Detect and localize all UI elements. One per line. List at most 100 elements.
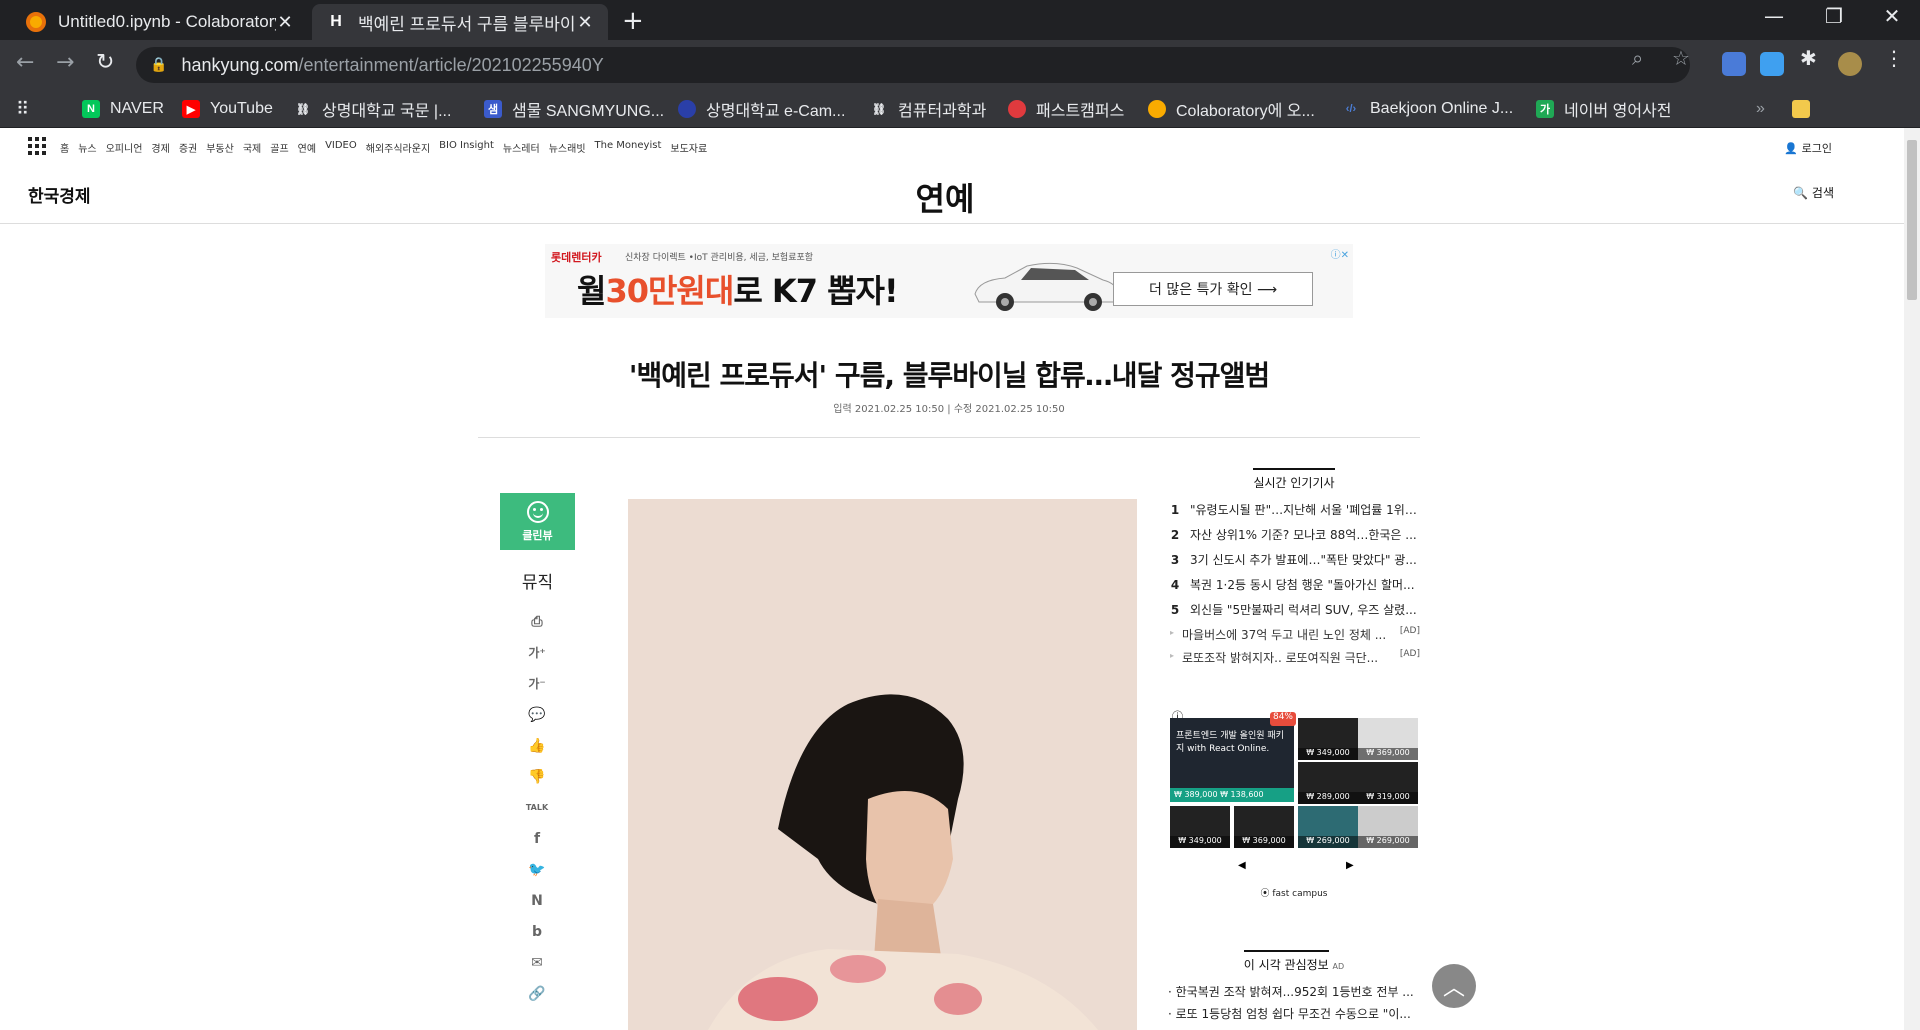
prev-arrow-icon[interactable]: ◀	[1238, 860, 1246, 871]
popular-item[interactable]: 3 3기 신도시 추가 발표에…"폭탄 맞았다" 광...	[1168, 551, 1420, 576]
menu-kebab-icon[interactable]: ⋮	[1884, 46, 1904, 70]
popular-item[interactable]: 2 자산 상위1% 기준? 모나코 88억…한국은 ...	[1168, 526, 1420, 551]
popular-ad-item[interactable]: 로또조작 밝혀지자.. 로또여직원 극단...[AD]	[1168, 649, 1420, 672]
talk-icon[interactable]: TALK	[526, 792, 548, 823]
print-icon[interactable]: ⎙	[528, 606, 546, 637]
apps-grid-icon[interactable]: ⠿	[16, 96, 29, 122]
puzzle-icon[interactable]: ✱	[1800, 46, 1817, 70]
bookmark-fastcampus[interactable]: 패스트캠퍼스	[1008, 96, 1124, 122]
fastcampus-main-course[interactable]: 프론트엔드 개발 올인원 패키지 with React Online. ₩ 38…	[1170, 718, 1294, 802]
facebook-icon[interactable]: f	[528, 823, 546, 854]
bookmark-naver[interactable]: N NAVER	[82, 96, 164, 122]
tab-hankyung[interactable]: H 백예린 프로듀서 구름 블루바이닐 ✕	[312, 4, 608, 40]
fastcampus-logo: ⦿ fast campus	[1260, 889, 1328, 899]
gnb-item-entertainment[interactable]: 연예	[298, 140, 316, 155]
bookmark-colab[interactable]: Colaboratory에 오...	[1148, 96, 1315, 122]
ad-cta-button[interactable]: 더 많은 특가 확인 ⟶	[1113, 272, 1313, 306]
gnb-item-video[interactable]: VIDEO	[325, 140, 357, 155]
popular-item[interactable]: 1 "유령도시될 판"…지난해 서울 '폐업률 1위' ...	[1168, 501, 1420, 526]
bookmark-youtube[interactable]: ▶ YouTube	[182, 96, 273, 122]
mail-icon[interactable]: ✉	[528, 947, 546, 978]
popular-item[interactable]: 5 외신들 "5만불짜리 럭셔리 SUV, 우즈 살렸...	[1168, 601, 1420, 626]
gnb-item-overseas-stock[interactable]: 해외주식라운지	[366, 140, 430, 155]
band-icon[interactable]: b	[528, 916, 546, 947]
back-icon[interactable]: ←	[16, 50, 34, 75]
other-bookmarks-folder[interactable]	[1792, 96, 1820, 122]
course-thumb[interactable]: ₩ 369,000	[1358, 718, 1418, 760]
menu-grid-icon[interactable]	[28, 137, 46, 155]
interest-item[interactable]: · 로또 1등당첨 엄청 쉽다 무조건 수동으로 "이...	[1168, 1005, 1420, 1027]
bookmark-baekjoon[interactable]: ‹/› Baekjoon Online J...	[1342, 96, 1513, 122]
course-thumb[interactable]: ₩ 269,000	[1298, 806, 1358, 848]
link-icon[interactable]: 🔗	[528, 978, 546, 1009]
bookmark-ecampus[interactable]: 상명대학교 e-Cam...	[678, 96, 845, 122]
search-button[interactable]: 🔍 검색	[1793, 184, 1834, 201]
avatar[interactable]	[1838, 52, 1862, 76]
close-window-icon[interactable]: ✕	[1864, 4, 1920, 28]
discount-badge: 84%	[1270, 712, 1296, 726]
address-bar[interactable]: 🔒 hankyung.com/entertainment/article/202…	[136, 47, 1690, 83]
gnb-item-opinion[interactable]: 오피니언	[106, 140, 143, 155]
course-thumb[interactable]: ₩ 269,000	[1358, 806, 1418, 848]
banner-ad[interactable]: 롯데렌터카 신차장 다이렉트 •IoT 관리비용, 세금, 보험료포함 월30만…	[545, 244, 1353, 318]
like-icon[interactable]: 👍	[528, 730, 546, 761]
folder-icon	[1792, 100, 1810, 118]
fastcampus-ad[interactable]: ⓘ 프론트엔드 개발 올인원 패키지 with React Online. ₩ …	[1168, 708, 1420, 908]
bookmark-sangmyung-saem[interactable]: 샘 샘물 SANGMYUNG...	[484, 96, 664, 122]
tab-colab[interactable]: Untitled0.ipynb - Colaboratory ✕	[12, 4, 308, 40]
bookmark-star-icon[interactable]: ☆	[1672, 46, 1690, 70]
bookmark-naver-dict[interactable]: 가 네이버 영어사전	[1536, 96, 1672, 122]
course-thumb[interactable]: ₩ 289,000	[1298, 762, 1358, 804]
gnb-item-newsrabbit[interactable]: 뉴스래빗	[549, 140, 586, 155]
comment-icon[interactable]: 💬	[528, 699, 546, 730]
popular-ad-item[interactable]: 마을버스에 37억 두고 내린 노인 정체 ...[AD]	[1168, 626, 1420, 649]
interest-item[interactable]: · 한국복권 조작 밝혀져...952회 1등번호 전부 ...	[1168, 983, 1420, 1005]
new-tab-button[interactable]: +	[622, 6, 644, 36]
course-thumb[interactable]: ₩ 349,000	[1298, 718, 1358, 760]
bookmarks-overflow-icon[interactable]: »	[1756, 96, 1765, 122]
restore-icon[interactable]: ❐	[1806, 4, 1862, 28]
page-scrollbar[interactable]	[1904, 128, 1920, 1030]
gnb-item-newsletter[interactable]: 뉴스레터	[503, 140, 540, 155]
gnb-item-moneyist[interactable]: The Moneyist	[595, 140, 662, 155]
gnb-item-home[interactable]: 홈	[60, 140, 69, 155]
course-thumb[interactable]: ₩ 349,000	[1170, 806, 1230, 848]
close-icon[interactable]: ✕	[576, 12, 594, 33]
gnb-item-golf[interactable]: 골프	[270, 140, 288, 155]
gnb-item-economy[interactable]: 경제	[151, 140, 169, 155]
font-down-icon[interactable]: 가⁻	[528, 668, 546, 699]
bookmark-cs[interactable]: ⛓ 컴퓨터과학과	[870, 96, 986, 122]
login-link[interactable]: 👤 로그인	[1784, 140, 1832, 156]
twitter-icon[interactable]: 🐦	[528, 854, 546, 885]
next-arrow-icon[interactable]: ▶	[1346, 860, 1354, 871]
gnb-item-international[interactable]: 국제	[243, 140, 261, 155]
zoom-search-icon[interactable]: ⌕	[1632, 46, 1643, 70]
dislike-icon[interactable]: 👎	[528, 761, 546, 792]
cleanview-button[interactable]: 클린뷰	[500, 493, 575, 550]
forward-icon[interactable]: →	[56, 50, 74, 75]
course-thumb[interactable]: ₩ 369,000	[1234, 806, 1294, 848]
gnb-item-bio[interactable]: BIO Insight	[439, 140, 494, 155]
close-icon[interactable]: ✕	[276, 12, 294, 33]
scroll-to-top-button[interactable]: ︿	[1432, 964, 1476, 1008]
reload-icon[interactable]: ↻	[96, 50, 114, 75]
gnb-item-press[interactable]: 보도자료	[670, 140, 707, 155]
gnb-item-stock[interactable]: 증권	[179, 140, 197, 155]
naver-blog-icon[interactable]: N	[528, 885, 546, 916]
article-headline: '백예린 프로듀서' 구름, 블루바이닐 합류…내달 정규앨범	[628, 359, 1270, 392]
interest-info: 이 시각 관심정보 AD · 한국복권 조작 밝혀져...952회 1등번호 전…	[1168, 950, 1420, 1027]
sangmyung-blue-icon: 샘	[484, 100, 502, 118]
gnb-item-news[interactable]: 뉴스	[78, 140, 96, 155]
bookmark-sangmyung[interactable]: ⛓ 상명대학교 국문 |...	[294, 96, 451, 122]
extension-icon[interactable]	[1722, 52, 1746, 76]
cloud-extension-icon[interactable]	[1760, 52, 1784, 76]
scrollbar-thumb[interactable]	[1907, 140, 1917, 300]
smile-icon	[526, 500, 549, 523]
ad-choices-icon[interactable]: ⓘ✕	[1331, 246, 1349, 261]
minimize-icon[interactable]: —	[1746, 4, 1802, 28]
popular-item[interactable]: 4 복권 1·2등 동시 당첨 행운 "돌아가신 할머...	[1168, 576, 1420, 601]
course-thumb[interactable]: ₩ 319,000	[1358, 762, 1418, 804]
font-up-icon[interactable]: 가⁺	[528, 637, 546, 668]
gnb-item-realestate[interactable]: 부동산	[206, 140, 234, 155]
browser-tab-strip: Untitled0.ipynb - Colaboratory ✕ H 백예린 프…	[0, 0, 1920, 40]
